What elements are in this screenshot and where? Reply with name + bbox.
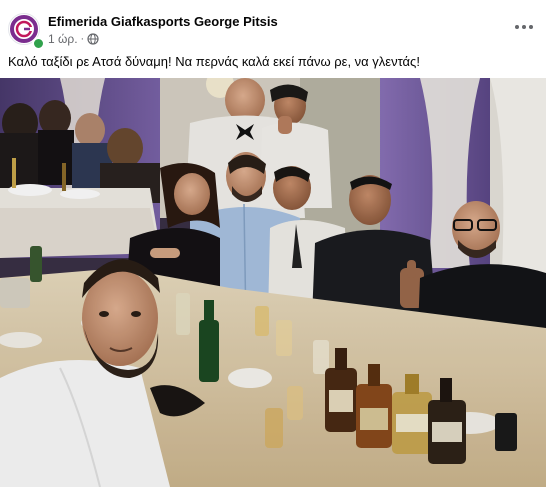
group-selfie-photo [0,78,546,487]
post-header: Efimerida Giafkasports George Pitsis 1 ώ… [0,0,546,50]
post-author-name[interactable]: Efimerida Giafkasports George Pitsis [48,14,278,29]
post-timestamp[interactable]: 1 ώρ. [48,32,78,46]
post-caption: Καλό ταξίδι ρε Ατσά δύναμη! Να περνάς κα… [8,54,420,69]
globe-icon[interactable] [87,33,99,45]
meta-separator: · [80,33,85,45]
more-options-button[interactable] [512,17,536,37]
online-status-dot [32,37,45,50]
more-options-icon [515,25,519,29]
post-meta: 1 ώρ. · [48,32,99,46]
facebook-post: Efimerida Giafkasports George Pitsis 1 ώ… [0,0,546,487]
post-photo[interactable] [0,78,546,487]
